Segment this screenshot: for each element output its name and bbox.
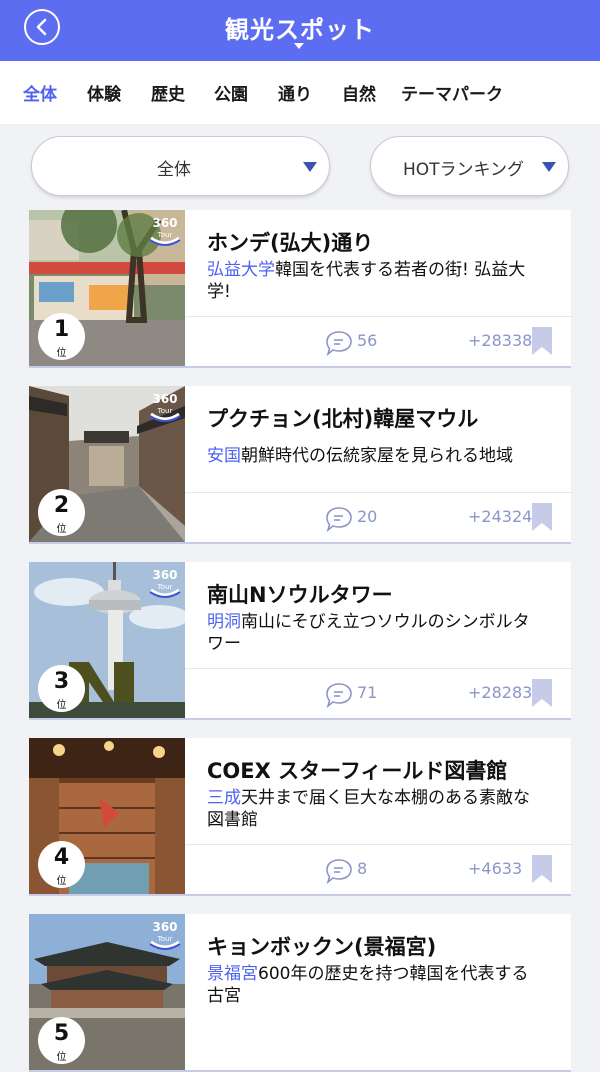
spot-photo[interactable]: 360 Tour 2 位 [29, 386, 185, 542]
dropdown-arrow-icon [303, 162, 317, 172]
tab-history[interactable]: 歴史 [151, 80, 185, 105]
tab-park[interactable]: 公園 [214, 80, 248, 105]
dropdown-arrow-icon [542, 162, 556, 172]
app-header: 観光スポット [0, 0, 600, 61]
spot-description-text: 天井まで届く巨大な本棚のある素敵な図書館 [207, 788, 530, 830]
rank-badge: 2 位 [38, 489, 85, 536]
card-divider [185, 492, 571, 493]
comment-count: 71 [357, 683, 378, 702]
svg-text:Tour: Tour [157, 231, 173, 239]
area-filter-select[interactable]: 全体 [31, 136, 330, 196]
card-divider [185, 844, 571, 845]
page-title[interactable]: 観光スポット [0, 10, 600, 45]
hot-score: +28283 [468, 683, 533, 702]
hot-score: +28338 [468, 331, 533, 350]
tab-all[interactable]: 全体 [23, 80, 57, 105]
rank-badge: 3 位 [38, 665, 85, 712]
comment-bubble-icon[interactable] [325, 506, 353, 532]
svg-text:360: 360 [152, 392, 177, 406]
svg-text:360: 360 [152, 568, 177, 582]
bookmark-icon[interactable] [531, 503, 553, 531]
spot-card[interactable]: 4 位 COEX スターフィールド図書館 三成天井まで届く巨大な本棚のある素敵な… [29, 738, 571, 896]
sort-filter-value: HOTランキング [403, 160, 525, 180]
card-divider [185, 316, 571, 317]
spot-photo[interactable]: 360 Tour 1 位 [29, 210, 185, 366]
rank-number: 1 [53, 317, 70, 342]
spot-area-link[interactable]: 三成 [207, 788, 241, 808]
spot-name[interactable]: ホンデ(弘大)通り [207, 227, 373, 257]
spot-description: 弘益大学韓国を代表する若者の街! 弘益大学! [207, 259, 542, 303]
bookmark-icon[interactable] [531, 679, 553, 707]
hot-score: +4633 [468, 859, 523, 878]
rank-unit: 位 [56, 524, 67, 535]
spot-area-link[interactable]: 弘益大学 [207, 260, 275, 280]
spot-name[interactable]: キョンボックン(景福宮) [207, 931, 436, 961]
rank-unit: 位 [56, 876, 67, 887]
bookmark-icon[interactable] [531, 327, 553, 355]
comment-count: 56 [357, 331, 378, 350]
svg-text:360: 360 [152, 216, 177, 230]
tab-experience[interactable]: 体験 [87, 80, 121, 105]
hot-score: +24324 [468, 507, 533, 526]
rank-badge: 1 位 [38, 313, 85, 360]
rank-unit: 位 [56, 1052, 67, 1063]
spot-name[interactable]: 南山Nソウルタワー [207, 579, 393, 609]
rank-number: 5 [53, 1021, 70, 1046]
rank-badge: 5 位 [38, 1017, 85, 1064]
comment-bubble-icon[interactable] [325, 330, 353, 356]
tab-nature[interactable]: 自然 [342, 80, 376, 105]
rank-badge: 4 位 [38, 841, 85, 888]
spot-description-text: 朝鮮時代の伝統家屋を見られる地域 [241, 446, 513, 466]
spot-description: 安国朝鮮時代の伝統家屋を見られる地域 [207, 445, 542, 467]
svg-text:Tour: Tour [157, 935, 173, 943]
comment-count: 8 [357, 859, 368, 878]
comment-count: 20 [357, 507, 378, 526]
category-tabs: 全体 体験 歴史 公園 通り 自然 テーマパーク [0, 61, 600, 124]
sort-filter-select[interactable]: HOTランキング [370, 136, 569, 196]
spot-name[interactable]: プクチョン(北村)韓屋マウル [207, 403, 478, 433]
bookmark-icon[interactable] [531, 855, 553, 883]
spot-area-link[interactable]: 安国 [207, 446, 241, 466]
rank-number: 4 [53, 845, 70, 870]
spot-photo[interactable]: 360 Tour 3 位 [29, 562, 185, 718]
rank-unit: 位 [56, 348, 67, 359]
spot-description: 景福宮600年の歴史を持つ韓国を代表する古宮 [207, 963, 542, 1007]
360-tour-icon: 360 Tour [149, 216, 181, 246]
card-divider [185, 668, 571, 669]
tab-theme-park[interactable]: テーマパーク [401, 80, 503, 105]
spot-description: 明洞南山にそびえ立つソウルのシンボルタワー [207, 611, 542, 655]
spot-card[interactable]: 360 Tour 1 位 ホンデ(弘大)通り 弘益大学韓国を代表する若者の街! … [29, 210, 571, 368]
spot-description-text: 南山にそびえ立つソウルのシンボルタワー [207, 612, 530, 654]
tab-street[interactable]: 通り [278, 80, 312, 105]
spot-area-link[interactable]: 明洞 [207, 612, 241, 632]
spot-card[interactable]: 360 Tour 2 位 プクチョン(北村)韓屋マウル 安国朝鮮時代の伝統家屋を… [29, 386, 571, 544]
svg-text:360: 360 [152, 920, 177, 934]
spot-area-link[interactable]: 景福宮 [207, 964, 258, 984]
rank-number: 2 [53, 493, 70, 518]
spot-photo[interactable]: 360 Tour 5 位 [29, 914, 185, 1070]
360-tour-icon: 360 Tour [149, 392, 181, 422]
comment-bubble-icon[interactable] [325, 858, 353, 884]
360-tour-icon: 360 Tour [149, 568, 181, 598]
area-filter-value: 全体 [157, 160, 191, 180]
spot-card[interactable]: 360 Tour 3 位 南山Nソウルタワー 明洞南山にそびえ立つソウルのシンボ… [29, 562, 571, 720]
comment-bubble-icon[interactable] [325, 682, 353, 708]
spot-card[interactable]: 360 Tour 5 位 キョンボックン(景福宮) 景福宮600年の歴史を持つ韓… [29, 914, 571, 1072]
spot-description: 三成天井まで届く巨大な本棚のある素敵な図書館 [207, 787, 542, 831]
spot-photo[interactable]: 4 位 [29, 738, 185, 894]
svg-text:Tour: Tour [157, 407, 173, 415]
rank-unit: 位 [56, 700, 67, 711]
svg-text:Tour: Tour [157, 583, 173, 591]
title-dropdown-icon[interactable] [294, 43, 304, 49]
spot-name[interactable]: COEX スターフィールド図書館 [207, 755, 507, 785]
rank-number: 3 [53, 669, 70, 694]
360-tour-icon: 360 Tour [149, 920, 181, 950]
